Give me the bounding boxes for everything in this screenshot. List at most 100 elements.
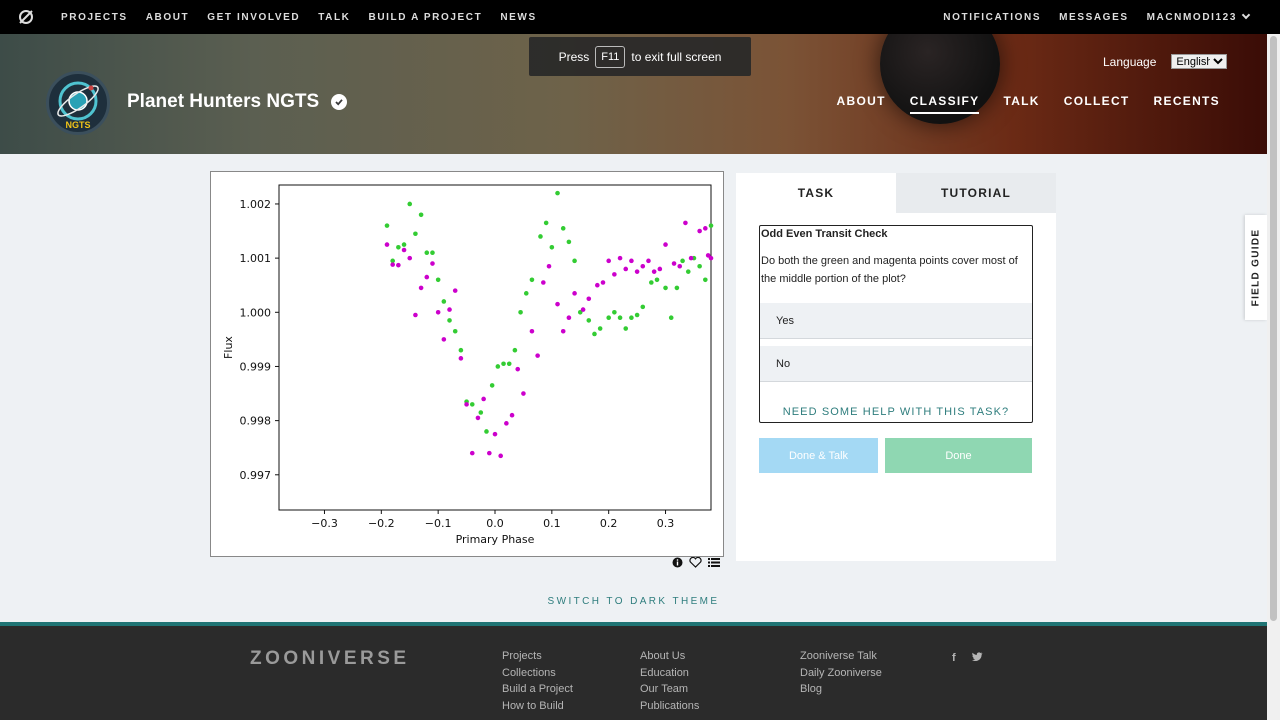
subject-image[interactable]: −0.3 −0.2 −0.1 0.0 0.1 0.2 0.3 1.002 1.001 1.000 0… (210, 171, 724, 557)
footer-link[interactable]: How to Build (502, 700, 573, 714)
project-nav-collect[interactable]: COLLECT (1064, 94, 1130, 114)
x-tick-label: 0.3 (657, 517, 675, 530)
green-data-point (518, 309, 523, 315)
magenta-data-point (407, 255, 413, 261)
magenta-data-point (688, 255, 694, 261)
footer-link[interactable]: Our Team (640, 683, 699, 697)
nav-get-involved[interactable]: GET INVOLVED (198, 12, 309, 23)
x-tick-label: 0.1 (543, 517, 561, 530)
footer-link[interactable]: Blog (800, 683, 882, 697)
project-avatar[interactable]: NGTS (46, 71, 110, 135)
magenta-data-point (535, 353, 540, 358)
nav-talk[interactable]: TALK (309, 12, 359, 23)
green-data-point (458, 347, 464, 353)
answer-no[interactable]: No (760, 346, 1032, 382)
tab-task[interactable]: TASK (736, 173, 896, 213)
site-nav: PROJECTS ABOUT GET INVOLVED TALK BUILD A… (0, 0, 1280, 34)
zooniverse-logo-icon[interactable] (0, 9, 52, 25)
badge-label: NGTS (65, 120, 90, 130)
magenta-data-point (697, 228, 702, 234)
footer-brand[interactable]: ZOONIVERSE (250, 648, 410, 670)
green-data-point (506, 361, 512, 367)
green-data-point (478, 410, 484, 415)
magenta-data-point (629, 258, 634, 264)
footer-link[interactable]: Collections (502, 667, 573, 681)
nav-build-project[interactable]: BUILD A PROJECT (360, 12, 492, 23)
magenta-data-point (430, 261, 435, 266)
done-and-talk-button[interactable]: Done & Talk (759, 438, 878, 473)
task-area: Odd Even Transit Check Do both the green… (759, 225, 1033, 423)
messages-link[interactable]: MESSAGES (1050, 12, 1137, 23)
heart-icon[interactable] (689, 556, 702, 571)
green-data-point (555, 190, 560, 196)
nav-projects[interactable]: PROJECTS (52, 12, 137, 23)
project-title[interactable]: Planet Hunters NGTS (127, 91, 348, 113)
magenta-data-point (560, 328, 566, 334)
green-data-point (674, 285, 680, 291)
y-tick-label: 1.002 (240, 198, 272, 211)
footer-link[interactable]: Build a Project (502, 683, 573, 697)
tab-tutorial[interactable]: TUTORIAL (896, 173, 1056, 213)
project-nav-classify[interactable]: CLASSIFY (909, 94, 980, 114)
magenta-data-point (390, 262, 395, 267)
scrollbar-thumb[interactable] (1270, 36, 1277, 621)
footer-link[interactable]: Publications (640, 700, 699, 714)
notifications-link[interactable]: NOTIFICATIONS (934, 12, 1050, 23)
dark-theme-toggle[interactable]: SWITCH TO DARK THEME (0, 596, 1267, 607)
green-data-point (441, 299, 447, 304)
footer-link[interactable]: Projects (502, 650, 573, 664)
list-icon[interactable] (708, 557, 720, 571)
magenta-data-point (441, 337, 447, 342)
green-data-point (469, 402, 475, 407)
user-menu[interactable]: MACNMODI123 (1138, 10, 1258, 23)
green-data-point (396, 244, 401, 250)
footer-col-3: Zooniverse Talk Daily Zooniverse Blog (800, 650, 882, 697)
facebook-icon[interactable]: f (952, 652, 956, 664)
project-nav-about[interactable]: ABOUT (837, 94, 886, 114)
task-help-link[interactable]: NEED SOME HELP WITH THIS TASK? (760, 406, 1032, 418)
username: MACNMODI123 (1146, 11, 1237, 23)
language-select[interactable]: English (1171, 54, 1228, 69)
green-data-point (538, 234, 543, 239)
magenta-data-point (595, 282, 600, 288)
magenta-data-point (418, 285, 424, 291)
green-data-point (634, 312, 640, 318)
footer-link[interactable]: Daily Zooniverse (800, 667, 882, 681)
fullscreen-notice: Press F11 to exit full screen (529, 37, 751, 76)
twitter-icon[interactable] (971, 652, 983, 664)
x-tick-label: −0.1 (425, 517, 452, 530)
green-data-point (529, 277, 535, 283)
magenta-data-point (623, 266, 629, 272)
site-footer: ZOONIVERSE Projects Collections Build a … (0, 622, 1267, 720)
field-guide-tab[interactable]: FIELD GUIDE (1245, 215, 1267, 320)
answer-yes-label: Yes (776, 314, 794, 327)
green-data-point (452, 328, 458, 334)
green-data-point (668, 315, 674, 321)
project-nav-recents[interactable]: RECENTS (1154, 94, 1220, 114)
magenta-data-point (481, 396, 486, 402)
magenta-data-point (617, 255, 623, 261)
x-tick-label: 0.2 (600, 517, 618, 530)
magenta-data-point (572, 291, 577, 296)
magenta-data-point (435, 309, 441, 315)
green-data-point (703, 277, 708, 283)
magenta-data-point (492, 431, 498, 437)
magenta-data-point (646, 258, 651, 264)
green-data-point (566, 239, 572, 245)
nav-about[interactable]: ABOUT (137, 12, 199, 23)
green-data-point (401, 242, 407, 247)
footer-link[interactable]: Education (640, 667, 699, 681)
footer-link[interactable]: About Us (640, 650, 699, 664)
answer-yes[interactable]: Yes (760, 303, 1032, 339)
magenta-data-point (521, 391, 526, 396)
green-data-point (586, 318, 592, 323)
project-nav-talk[interactable]: TALK (1003, 94, 1039, 114)
green-data-point (663, 285, 668, 291)
green-data-point (430, 250, 435, 256)
done-button[interactable]: Done (885, 438, 1032, 473)
info-icon[interactable] (672, 557, 683, 571)
magenta-data-point (708, 255, 714, 261)
footer-link[interactable]: Zooniverse Talk (800, 650, 882, 664)
nav-news[interactable]: NEWS (491, 12, 545, 23)
page-scrollbar[interactable] (1267, 34, 1280, 720)
